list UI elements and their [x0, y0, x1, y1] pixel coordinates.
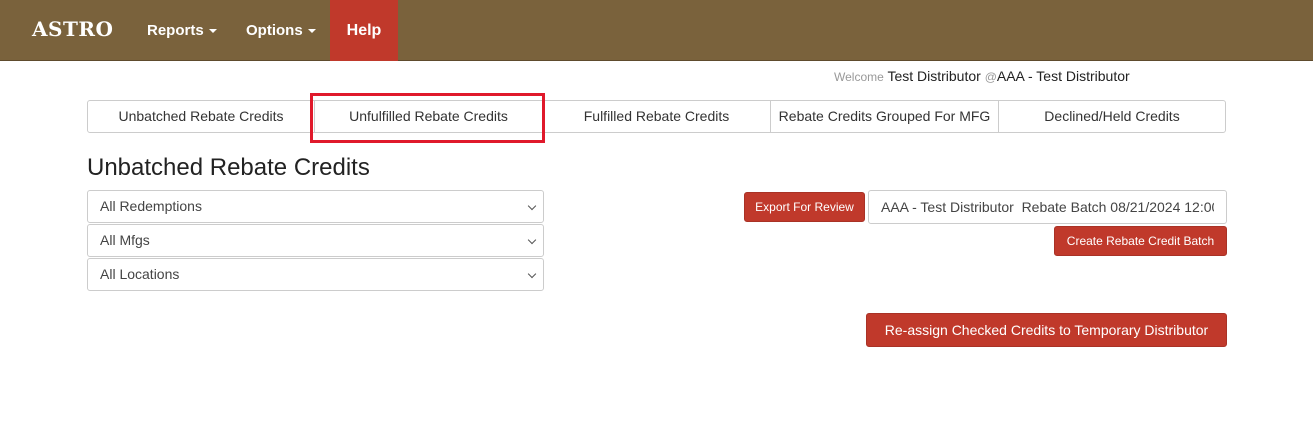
welcome-at: @ [984, 70, 997, 84]
reassign-credits-button[interactable]: Re-assign Checked Credits to Temporary D… [866, 313, 1227, 347]
create-rebate-credit-batch-button[interactable]: Create Rebate Credit Batch [1054, 226, 1227, 256]
options-menu-label: Options [246, 22, 303, 39]
brand-logo[interactable]: ASTRO [32, 17, 113, 41]
mfgs-select[interactable]: All Mfgs [87, 224, 544, 257]
tab-fulfilled-rebate-credits[interactable]: Fulfilled Rebate Credits [543, 101, 771, 132]
chevron-down-icon [527, 201, 537, 211]
export-for-review-button[interactable]: Export For Review [744, 192, 865, 222]
welcome-line: Welcome Test Distributor @AAA - Test Dis… [834, 68, 1130, 84]
tab-declined-held-credits[interactable]: Declined/Held Credits [999, 101, 1225, 132]
mfgs-select-value: All Mfgs [100, 232, 150, 248]
tab-unbatched-rebate-credits[interactable]: Unbatched Rebate Credits [88, 101, 315, 132]
reports-menu-label: Reports [147, 22, 204, 39]
welcome-user: Test Distributor [887, 68, 981, 84]
reports-menu[interactable]: Reports [147, 0, 217, 61]
help-menu[interactable]: Help [330, 0, 398, 61]
options-menu[interactable]: Options [246, 0, 316, 61]
batch-name-input[interactable] [868, 190, 1227, 224]
tab-unfulfilled-rebate-credits[interactable]: Unfulfilled Rebate Credits [315, 101, 543, 132]
chevron-down-icon [527, 269, 537, 279]
top-navbar: ASTRO Reports Options Help [0, 0, 1313, 61]
redemptions-select-value: All Redemptions [100, 198, 202, 214]
locations-select-value: All Locations [100, 266, 180, 282]
redemptions-select[interactable]: All Redemptions [87, 190, 544, 223]
locations-select[interactable]: All Locations [87, 258, 544, 291]
page-title: Unbatched Rebate Credits [87, 154, 370, 181]
chevron-down-icon [527, 235, 537, 245]
caret-down-icon [208, 29, 217, 34]
rebate-tabs: Unbatched Rebate Credits Unfulfilled Reb… [87, 100, 1226, 133]
welcome-company: AAA - Test Distributor [996, 68, 1130, 84]
welcome-prefix: Welcome [834, 70, 884, 84]
caret-down-icon [307, 29, 316, 34]
tab-rebate-credits-grouped-for-mfg[interactable]: Rebate Credits Grouped For MFG [771, 101, 999, 132]
